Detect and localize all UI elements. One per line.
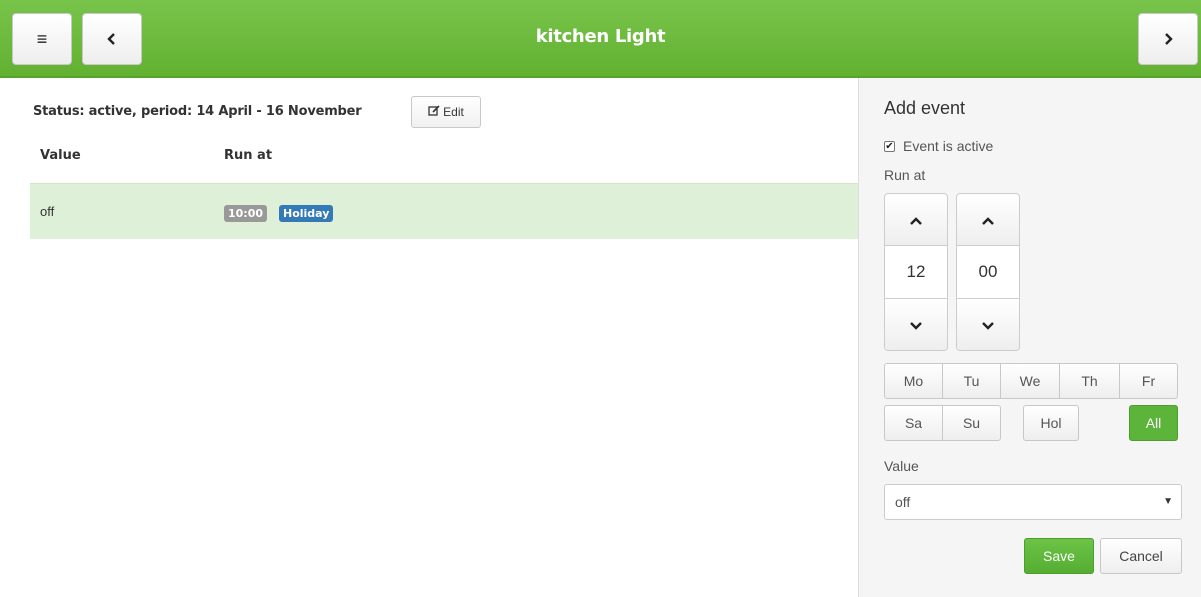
save-button[interactable]: Save	[1024, 538, 1094, 574]
day-button-mo[interactable]: Mo	[884, 363, 943, 399]
edit-button-label: Edit	[443, 105, 464, 119]
hour-spinner: 12	[884, 193, 948, 351]
holiday-badge: Holiday	[279, 205, 334, 222]
event-active-checkbox[interactable]: ✔ Event is active	[884, 138, 993, 154]
edit-icon	[428, 104, 440, 120]
hour-value[interactable]: 12	[885, 246, 947, 298]
day-button-su[interactable]: Su	[942, 405, 1001, 441]
day-button-th[interactable]: Th	[1059, 363, 1120, 399]
chevron-up-icon	[982, 212, 994, 228]
hour-decrement-button[interactable]	[885, 298, 947, 350]
panel-title: Add event	[884, 98, 966, 118]
chevron-down-icon	[910, 317, 922, 333]
checkbox-check-icon[interactable]: ✔	[884, 140, 895, 152]
run-at-label: Run at	[884, 167, 926, 183]
value-select-current: off	[895, 494, 911, 510]
chevron-up-icon	[910, 212, 922, 228]
day-button-sa[interactable]: Sa	[884, 405, 943, 441]
column-header-run-at: Run at	[224, 148, 273, 163]
minute-increment-button[interactable]	[957, 194, 1019, 246]
event-active-label: Event is active	[903, 138, 994, 154]
page-title: kitchen Light	[535, 26, 666, 47]
next-button[interactable]	[1138, 13, 1198, 65]
app-header: ≡ kitchen Light	[0, 0, 1201, 78]
minute-value[interactable]: 00	[957, 246, 1019, 298]
table-row[interactable]: off 10:00 Holiday	[30, 183, 858, 239]
time-badge: 10:00	[224, 205, 268, 222]
hour-increment-button[interactable]	[885, 194, 947, 246]
value-label: Value	[884, 458, 919, 474]
edit-button[interactable]: Edit	[411, 96, 481, 128]
row-value: off	[40, 204, 55, 219]
caret-down-icon: ▼	[1163, 496, 1173, 507]
minute-decrement-button[interactable]	[957, 298, 1019, 350]
minute-spinner: 00	[956, 193, 1020, 351]
status-text: Status: active, period: 14 April - 16 No…	[33, 104, 362, 119]
holiday-button[interactable]: Hol	[1023, 405, 1079, 441]
day-button-tu[interactable]: Tu	[942, 363, 1001, 399]
column-header-value: Value	[40, 148, 81, 163]
chevron-right-icon	[1163, 29, 1173, 50]
add-event-panel: Add event ✔ Event is active Run at 12 00	[858, 78, 1201, 597]
all-days-button[interactable]: All	[1129, 405, 1178, 441]
cancel-button[interactable]: Cancel	[1100, 538, 1182, 574]
chevron-down-icon	[982, 317, 994, 333]
day-button-fr[interactable]: Fr	[1119, 363, 1178, 399]
value-select[interactable]: off ▼	[884, 484, 1182, 520]
day-button-we[interactable]: We	[1000, 363, 1060, 399]
